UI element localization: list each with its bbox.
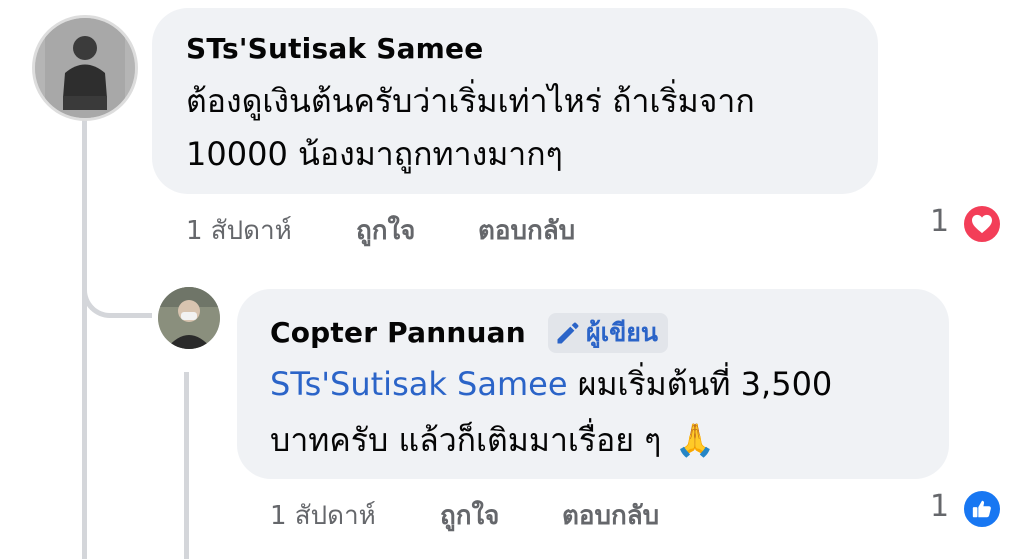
reply-timestamp[interactable]: 1 สัปดาห์ <box>270 495 376 536</box>
reaction-count[interactable]: 1 <box>930 204 949 239</box>
thread-connector <box>82 250 152 318</box>
reply-button[interactable]: ตอบกลับ <box>478 210 575 251</box>
reply-text-line-1: STs'Sutisak Samee ผมเริ่มต้นที่ 3,500 <box>270 358 832 410</box>
reply-reply-button[interactable]: ตอบกลับ <box>562 495 659 536</box>
heart-icon[interactable] <box>962 204 1002 244</box>
thumbs-up-icon[interactable] <box>962 489 1002 529</box>
thumbs-up-glyph-icon <box>972 500 991 518</box>
comment-text-line-2: 10000 น้องมาถูกทางมากๆ <box>186 135 563 173</box>
reply-reaction-count[interactable]: 1 <box>930 489 949 524</box>
praying-hands-icon: 🙏 <box>675 421 716 459</box>
pencil-icon <box>557 322 579 344</box>
reply-avatar[interactable] <box>158 287 220 349</box>
thread-line-reply <box>184 372 189 559</box>
comment-text-line-1: ต้องดูเงินต้นครับว่าเริ่มเท่าไหร่ ถ้าเริ… <box>186 82 755 120</box>
author-badge: ผู้เขียน <box>548 313 669 353</box>
reply-author[interactable]: Copter Pannuan <box>270 316 526 349</box>
reply-like-button[interactable]: ถูกใจ <box>440 495 499 536</box>
like-button[interactable]: ถูกใจ <box>356 210 415 251</box>
heart-glyph-icon <box>972 214 992 234</box>
avatar-photo-icon <box>35 18 135 118</box>
reply-avatar-photo-icon <box>158 287 220 349</box>
reply-text-line-2: บาทครับ แล้วก็เติมมาเรื่อย ๆ 🙏 <box>270 414 715 466</box>
mention-link[interactable]: STs'Sutisak Samee <box>270 365 568 403</box>
thread-line-main <box>82 118 87 559</box>
author-badge-label: ผู้เขียน <box>586 318 659 347</box>
reply-text-segment-2: บาทครับ แล้วก็เติมมาเรื่อย ๆ <box>270 421 662 459</box>
reply-text-segment: ผมเริ่มต้นที่ 3,500 <box>567 365 833 403</box>
comment-timestamp[interactable]: 1 สัปดาห์ <box>186 210 292 251</box>
avatar[interactable] <box>32 15 138 121</box>
comment-author[interactable]: STs'Sutisak Samee <box>186 32 483 65</box>
